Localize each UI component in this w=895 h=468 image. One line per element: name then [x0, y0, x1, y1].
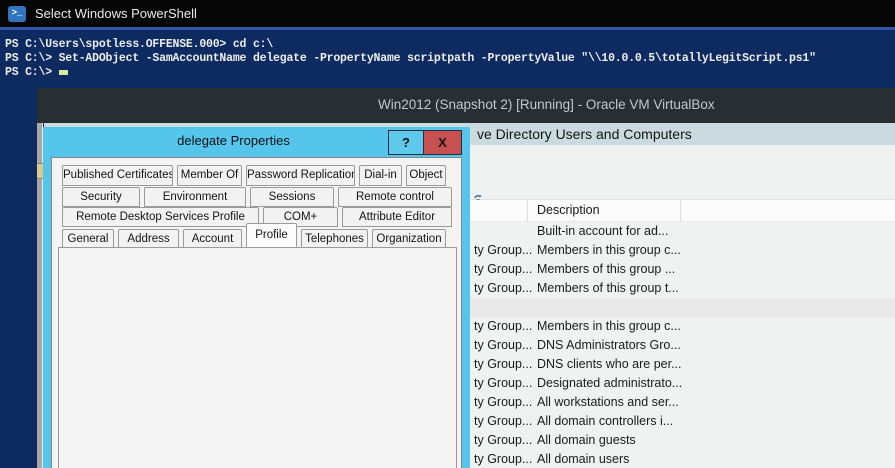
console-line: PS C:\> Set-ADObject -SamAccountName del…: [5, 52, 816, 65]
tab-environment[interactable]: Environment: [144, 187, 246, 207]
tab-general[interactable]: General: [62, 229, 114, 249]
console-cursor: [59, 70, 68, 75]
console-prompt-text: PS C:\>: [5, 66, 59, 79]
row-type: ty Group...: [474, 355, 534, 374]
row-description: Members in this group c...: [537, 241, 681, 260]
row-description: Members of this group t...: [537, 279, 679, 298]
row-description: Members of this group ...: [537, 260, 675, 279]
row-type: ty Group...: [474, 450, 534, 468]
row-type: ty Group...: [474, 374, 534, 393]
row-description: All domain guests: [537, 431, 636, 450]
screen: >_ Select Windows PowerShell PS C:\Users…: [0, 0, 895, 468]
row-type: ty Group...: [474, 336, 534, 355]
row-description: All domain users: [537, 450, 629, 468]
virtualbox-window-title: Win2012 (Snapshot 2) [Running] - Oracle …: [378, 97, 715, 112]
row-type: ty Group...: [474, 431, 534, 450]
row-description: Designated administrato...: [537, 374, 682, 393]
help-button[interactable]: ?: [388, 130, 423, 155]
row-description: DNS Administrators Gro...: [537, 336, 681, 355]
tab-dial-in[interactable]: Dial-in: [359, 165, 402, 186]
row-type: ty Group...: [474, 241, 534, 260]
dialog-titlebar-buttons: ? X: [388, 130, 462, 155]
profile-tab-panel: [58, 247, 457, 468]
tab-telephones[interactable]: Telephones: [301, 229, 368, 249]
row-description: Members in this group c...: [537, 317, 681, 336]
console-prompt-line: PS C:\>: [5, 66, 68, 79]
tab-account[interactable]: Account: [183, 229, 242, 249]
tab-member-of[interactable]: Member Of: [177, 165, 242, 186]
tab-sessions[interactable]: Sessions: [250, 187, 334, 207]
column-header-description[interactable]: Description: [528, 200, 681, 222]
virtualbox-titlebar[interactable]: Win2012 (Snapshot 2) [Running] - Oracle …: [37, 88, 895, 123]
powershell-window-title: Select Windows PowerShell: [35, 6, 197, 21]
row-description: Built-in account for ad...: [537, 222, 668, 241]
tab-password-replication[interactable]: Password Replication: [246, 165, 355, 186]
row-type: ty Group...: [474, 317, 534, 336]
tab-profile-active[interactable]: Profile: [246, 223, 297, 247]
tab-security[interactable]: Security: [62, 187, 140, 207]
tab-object[interactable]: Object: [406, 165, 446, 186]
ad-window-title: ve Directory Users and Computers: [477, 126, 692, 142]
tab-remote-desktop-services-profile[interactable]: Remote Desktop Services Profile: [62, 207, 259, 227]
dialog-title: delegate Properties: [79, 133, 388, 148]
tab-attribute-editor[interactable]: Attribute Editor: [342, 207, 452, 227]
console-line: PS C:\Users\spotless.OFFENSE.000> cd c:\: [5, 38, 273, 51]
tab-organization[interactable]: Organization: [372, 229, 446, 249]
tab-address[interactable]: Address: [118, 229, 179, 249]
row-type: ty Group...: [474, 393, 534, 412]
row-description: All domain controllers i...: [537, 412, 673, 431]
row-type: ty Group...: [474, 260, 534, 279]
row-description: All workstations and ser...: [537, 393, 679, 412]
tab-published-certificates[interactable]: Published Certificates: [62, 165, 173, 186]
powershell-titlebar[interactable]: >_ Select Windows PowerShell: [0, 0, 895, 27]
row-description: DNS clients who are per...: [537, 355, 682, 374]
row-type: ty Group...: [474, 412, 534, 431]
close-button[interactable]: X: [423, 130, 462, 155]
row-type: ty Group...: [474, 279, 534, 298]
powershell-icon: >_: [8, 6, 26, 22]
tab-remote-control[interactable]: Remote control: [338, 187, 452, 207]
tab-strip: Published Certificates Member Of Passwor…: [62, 165, 454, 249]
delegate-properties-dialog: delegate Properties ? X Published Certif…: [43, 127, 470, 468]
dialog-body: Published Certificates Member Of Passwor…: [51, 157, 462, 468]
